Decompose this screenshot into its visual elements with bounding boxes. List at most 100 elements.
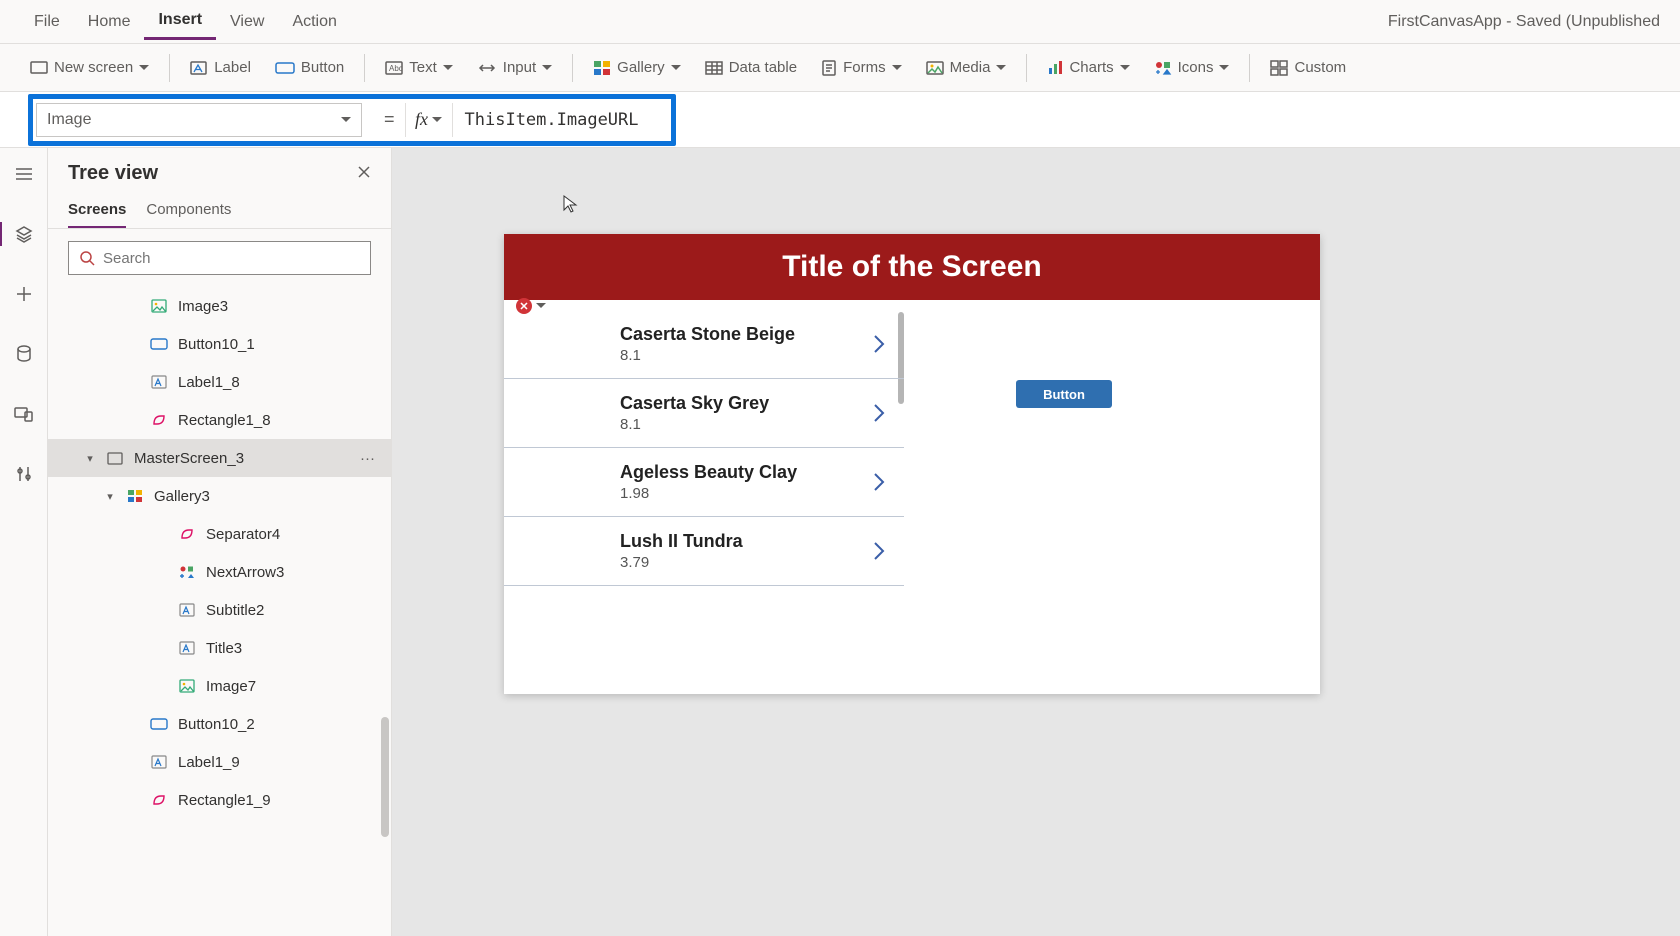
gallery-item-subtitle: 8.1 (620, 347, 886, 364)
ribbon-divider (364, 54, 365, 82)
tree-node-label: Subtitle2 (206, 602, 264, 619)
more-options-button[interactable]: ··· (360, 450, 375, 467)
gallery-item[interactable]: Caserta Sky Grey8.1 (504, 379, 904, 448)
gallery-item[interactable]: Ageless Beauty Clay1.98 (504, 448, 904, 517)
tree-node[interactable]: ▾Button10_2 (48, 705, 391, 743)
tree-view-rail-button[interactable] (8, 218, 40, 250)
insert-gallery-button[interactable]: Gallery (583, 53, 691, 82)
gallery-item[interactable]: Caserta Stone Beige 8.1 (504, 310, 904, 379)
tree-node[interactable]: ▾Rectangle1_9 (48, 781, 391, 819)
tree-node[interactable]: ▾Rectangle1_8 (48, 401, 391, 439)
formula-input[interactable]: ThisItem.ImageURL (453, 110, 651, 130)
equals-sign: = (374, 109, 405, 130)
sliders-icon (16, 465, 32, 483)
svg-text:Abc: Abc (389, 64, 403, 73)
tree-node-label: Button10_1 (178, 336, 255, 353)
tab-screens[interactable]: Screens (68, 193, 126, 228)
tree-node[interactable]: ▾NextArrow3 (48, 553, 391, 591)
insert-text-button[interactable]: Abc Text (375, 53, 463, 82)
insert-charts-button[interactable]: Charts (1037, 53, 1139, 82)
insert-icons-button[interactable]: Icons (1144, 53, 1240, 82)
insert-label-button[interactable]: Label (180, 53, 261, 82)
tree-node-label: NextArrow3 (206, 564, 284, 581)
canvas-area[interactable]: Title of the Screen ✕ Caserta Stone Beig… (392, 148, 1680, 936)
tree-node[interactable]: ▾Title3 (48, 629, 391, 667)
tree-node[interactable]: ▾Subtitle2 (48, 591, 391, 629)
tree-node-label: Gallery3 (154, 488, 210, 505)
property-selector[interactable]: Image (36, 103, 362, 137)
ribbon-toolbar: New screen Label Button Abc Text Input G… (0, 44, 1680, 92)
tools-rail-button[interactable] (8, 458, 40, 490)
gallery-item-subtitle: 8.1 (620, 416, 886, 433)
layers-icon (15, 225, 33, 243)
cursor-icon (562, 194, 578, 214)
insert-input-button[interactable]: Input (467, 53, 562, 82)
plus-icon (15, 285, 33, 303)
property-selector-value: Image (47, 111, 91, 129)
hamburger-button[interactable] (8, 158, 40, 190)
left-rail (0, 148, 48, 936)
tree-node-label: Button10_2 (178, 716, 255, 733)
tree-node[interactable]: ▾Image7 (48, 667, 391, 705)
tree-node-list[interactable]: ▾Image3▾Button10_1▾Label1_8▾Rectangle1_8… (48, 287, 391, 936)
data-table-icon (705, 61, 723, 75)
chevron-down-icon (443, 65, 453, 71)
tree-scrollbar-thumb[interactable] (381, 717, 389, 837)
tree-node[interactable]: ▾Separator4 (48, 515, 391, 553)
tree-node[interactable]: ▾ Gallery3 (48, 477, 391, 515)
menu-action[interactable]: Action (278, 5, 350, 39)
tree-node[interactable]: ▾Label1_9 (48, 743, 391, 781)
menu-file[interactable]: File (20, 5, 74, 39)
chevron-right-icon[interactable] (872, 333, 886, 355)
insert-custom-label: Custom (1294, 59, 1346, 76)
new-screen-button[interactable]: New screen (20, 53, 159, 82)
insert-custom-button[interactable]: Custom (1260, 53, 1356, 82)
image-icon (178, 677, 196, 695)
menu-insert[interactable]: Insert (144, 3, 216, 40)
insert-button-button[interactable]: Button (265, 53, 354, 82)
insert-datatable-label: Data table (729, 59, 797, 76)
chevron-down-icon (671, 65, 681, 71)
button-icon (275, 61, 295, 75)
data-rail-button[interactable] (8, 338, 40, 370)
screen-title-bar[interactable]: Title of the Screen (504, 234, 1320, 300)
tree-view-title: Tree view (68, 162, 158, 185)
button-icon (150, 335, 168, 353)
gallery-item-title: Caserta Stone Beige (620, 324, 886, 345)
insert-media-button[interactable]: Media (916, 53, 1017, 82)
tree-tabs: Screens Components (48, 193, 391, 229)
insert-datatable-button[interactable]: Data table (695, 53, 807, 82)
tree-node[interactable]: ▾Button10_1 (48, 325, 391, 363)
insert-rail-button[interactable] (8, 278, 40, 310)
insert-text-label: Text (409, 59, 437, 76)
image-icon (150, 297, 168, 315)
app-canvas[interactable]: Title of the Screen ✕ Caserta Stone Beig… (504, 234, 1320, 694)
chevron-right-icon[interactable] (872, 402, 886, 424)
menu-view[interactable]: View (216, 5, 278, 39)
insert-label-text: Label (214, 59, 251, 76)
menu-home[interactable]: Home (74, 5, 145, 39)
icons-icon (1154, 60, 1172, 76)
caret-down-icon[interactable]: ▾ (84, 452, 96, 465)
tree-node-label: MasterScreen_3 (134, 450, 244, 467)
chevron-right-icon[interactable] (872, 540, 886, 562)
charts-icon (1047, 60, 1063, 76)
tree-node[interactable]: ▾Label1_8 (48, 363, 391, 401)
tree-view-panel: Tree view Screens Components ▾Image3▾But… (48, 148, 392, 936)
insert-forms-button[interactable]: Forms (811, 53, 912, 82)
close-panel-button[interactable] (357, 163, 371, 184)
caret-down-icon[interactable]: ▾ (104, 490, 116, 503)
tree-node[interactable]: ▾ MasterScreen_3 ··· (48, 439, 391, 477)
chevron-down-icon (432, 117, 442, 123)
tree-search-input[interactable] (103, 250, 360, 267)
fx-button[interactable]: fx (405, 103, 453, 137)
canvas-button[interactable]: Button (1016, 380, 1112, 408)
gallery-item[interactable]: Lush II Tundra3.79 (504, 517, 904, 586)
media-rail-button[interactable] (8, 398, 40, 430)
chevron-right-icon[interactable] (872, 471, 886, 493)
devices-icon (14, 406, 34, 422)
canvas-gallery[interactable]: ✕ Caserta Stone Beige8.1Caserta Sky Grey… (504, 300, 904, 694)
tree-node[interactable]: ▾Image3 (48, 287, 391, 325)
tab-components[interactable]: Components (146, 193, 231, 228)
tree-search[interactable] (68, 241, 371, 275)
